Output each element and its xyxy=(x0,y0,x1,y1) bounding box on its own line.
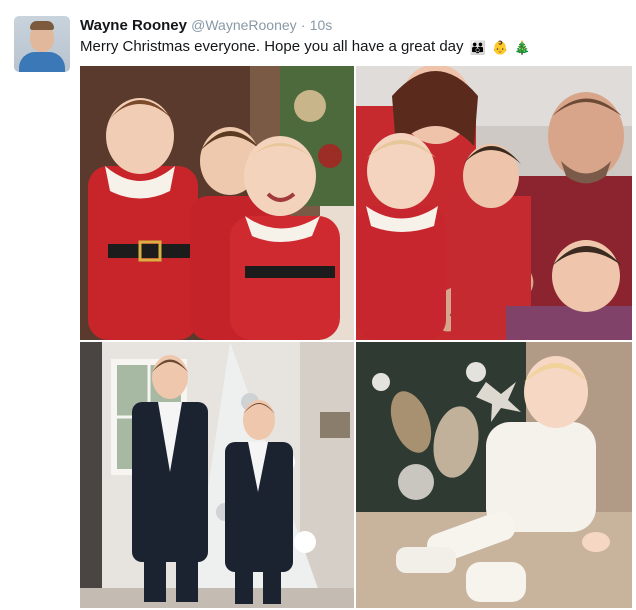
user-handle[interactable]: @WayneRooney xyxy=(191,17,297,33)
photo-1-image xyxy=(80,66,354,340)
avatar-shirt xyxy=(19,52,65,72)
separator-dot: · xyxy=(300,17,306,33)
tweet-header: Wayne Rooney @WayneRooney · 10s xyxy=(80,15,332,35)
baby-emoji: 👶 xyxy=(492,40,509,55)
photo-2[interactable] xyxy=(356,66,632,340)
christmas-tree-emoji: 🎄 xyxy=(514,40,531,55)
family-emoji: 👪 xyxy=(469,40,486,55)
photo-grid xyxy=(80,66,632,608)
display-name[interactable]: Wayne Rooney xyxy=(80,17,187,34)
photo-2-image xyxy=(356,66,632,340)
photo-4[interactable] xyxy=(356,342,632,608)
tweet-text-body: Merry Christmas everyone. Hope you all h… xyxy=(80,38,464,55)
tweet-text: Merry Christmas everyone. Hope you all h… xyxy=(80,36,531,58)
photo-1[interactable] xyxy=(80,66,354,340)
timestamp[interactable]: 10s xyxy=(310,17,333,33)
avatar[interactable] xyxy=(14,16,70,72)
photo-4-image xyxy=(356,342,632,608)
tweet-card: Wayne Rooney @WayneRooney · 10s Merry Ch… xyxy=(0,0,636,610)
avatar-hair xyxy=(30,21,54,30)
photo-3[interactable] xyxy=(80,342,354,608)
photo-3-image xyxy=(80,342,354,608)
